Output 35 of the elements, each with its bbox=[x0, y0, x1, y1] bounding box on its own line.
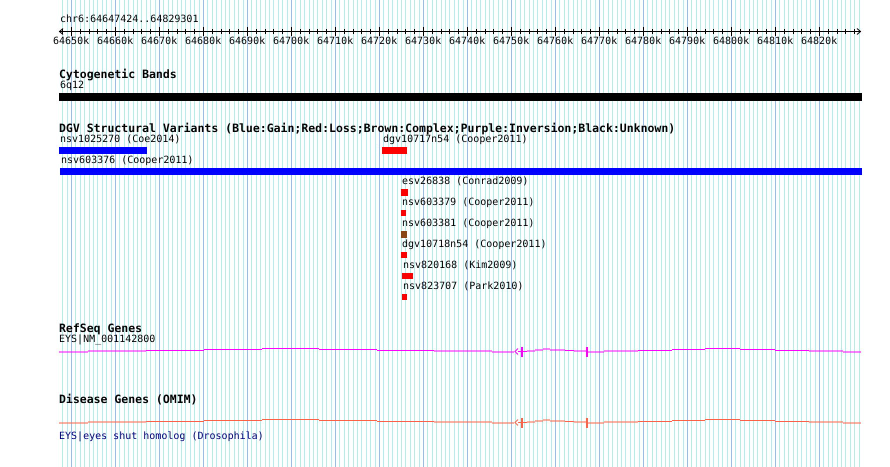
variant-label: nsv603381 (Cooper2011) bbox=[402, 219, 534, 229]
axis-tick-label: 64700k bbox=[273, 37, 309, 47]
gene-label: EYS|NM_001142800 bbox=[59, 335, 156, 345]
axis-tick-label: 64740k bbox=[449, 37, 485, 47]
axis-tick-label: 64790k bbox=[669, 37, 705, 47]
axis-tick-label: 64660k bbox=[97, 37, 133, 47]
band-label: 6q12 bbox=[60, 81, 84, 91]
axis-tick-label: 64770k bbox=[581, 37, 617, 47]
axis-tick-label: 64820k bbox=[801, 37, 837, 47]
axis-tick-label: 64730k bbox=[405, 37, 441, 47]
variant-label: dgv10717n54 (Cooper2011) bbox=[383, 135, 528, 145]
track-title: Disease Genes (OMIM) bbox=[59, 394, 198, 406]
axis-tick-label: 64760k bbox=[537, 37, 573, 47]
track-title: DGV Structural Variants (Blue:Gain;Red:Loss;Brown:Complex;Purple:Inversion;Black:Unknown) bbox=[59, 123, 676, 134]
variant-label: nsv603376 (Cooper2011) bbox=[61, 156, 194, 166]
variant-label: nsv603379 (Cooper2011) bbox=[402, 198, 534, 208]
track-title: RefSeq Genes bbox=[59, 323, 142, 334]
variant-label: nsv1025270 (Coe2014) bbox=[60, 135, 180, 145]
axis-tick-label: 64670k bbox=[141, 37, 177, 47]
variant-label: nsv820168 (Kim2009) bbox=[403, 261, 518, 271]
axis-range-label: chr6:64647424..64829301 bbox=[60, 15, 198, 25]
axis-tick-label: 64710k bbox=[317, 37, 353, 47]
axis-tick-label: 64690k bbox=[229, 37, 265, 47]
axis-tick-label: 64750k bbox=[493, 37, 529, 47]
axis-tick-label: 64810k bbox=[757, 37, 793, 47]
axis-tick-label: 64780k bbox=[625, 37, 661, 47]
variant-label: dgv10718n54 (Cooper2011) bbox=[402, 240, 546, 250]
gene-label[interactable]: EYS|eyes shut homolog (Drosophila) bbox=[59, 432, 264, 442]
axis-tick-label: 64800k bbox=[713, 37, 749, 47]
track-title: Cytogenetic Bands bbox=[59, 69, 177, 80]
variant-label: nsv823707 (Park2010) bbox=[403, 282, 524, 292]
axis-tick-label: 64720k bbox=[361, 37, 397, 47]
variant-label: esv26838 (Conrad2009) bbox=[402, 177, 528, 187]
axis-tick-label: 64650k bbox=[53, 37, 89, 47]
axis-tick-label: 64680k bbox=[185, 37, 221, 47]
